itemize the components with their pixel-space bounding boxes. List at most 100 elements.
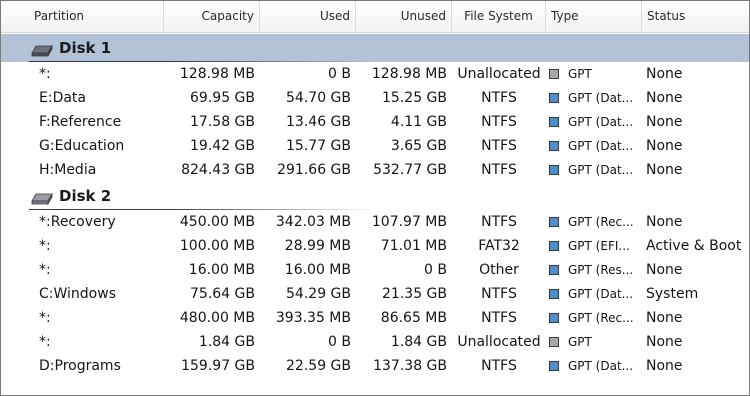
type-cell: GPT xyxy=(568,335,592,349)
capacity-cell: 1.84 GB xyxy=(198,334,255,350)
type-cell: GPT (Dat... xyxy=(568,91,634,105)
status-cell: None xyxy=(646,334,683,350)
partition-row[interactable]: D:Programs 159.97 GB 22.59 GB 137.38 GB NTFS… xyxy=(1,354,749,378)
file-system-cell: Unallocated xyxy=(457,66,541,82)
status-cell: None xyxy=(646,90,683,106)
unused-cell: 86.65 MB xyxy=(380,310,447,326)
partition-row[interactable]: G:Education 19.42 GB 15.77 GB 3.65 GB NTFS GP… xyxy=(1,134,749,158)
status-cell: System xyxy=(646,286,699,302)
disk-label: Disk 2 xyxy=(59,187,112,205)
status-cell: None xyxy=(646,66,683,82)
capacity-cell: 100.00 MB xyxy=(179,238,255,254)
partition-name-cell: *: xyxy=(39,238,51,254)
unused-cell: 4.11 GB xyxy=(390,114,447,130)
partition-name-cell: H:Media xyxy=(39,162,97,178)
partition-row[interactable]: *: 1.84 GB 0 B 1.84 GB Unallocated GPT None xyxy=(1,330,749,354)
partition-name-cell: C:Windows xyxy=(39,286,116,302)
file-system-cell: NTFS xyxy=(481,90,517,106)
column-status[interactable]: Status xyxy=(642,1,749,32)
capacity-cell: 75.64 GB xyxy=(190,286,255,302)
type-cell: GPT (Rec... xyxy=(568,215,634,229)
used-cell: 16.00 MB xyxy=(284,262,351,278)
capacity-cell: 69.95 GB xyxy=(190,90,255,106)
hard-disk-icon xyxy=(31,190,53,209)
partition-color-swatch xyxy=(549,217,559,227)
disk-row[interactable]: Disk 1 xyxy=(1,34,749,62)
file-system-cell: NTFS xyxy=(481,214,517,230)
partition-row[interactable]: H:Media 824.43 GB 291.66 GB 532.77 GB NTFS GP… xyxy=(1,158,749,182)
partition-name-cell: *:Recovery xyxy=(39,214,116,230)
file-system-cell: FAT32 xyxy=(478,238,520,254)
partition-row[interactable]: *: 100.00 MB 28.99 MB 71.01 MB FAT32 GPT (EFI… xyxy=(1,234,749,258)
partition-row[interactable]: C:Windows 75.64 GB 54.29 GB 21.35 GB NTFS GPT… xyxy=(1,282,749,306)
unused-cell: 15.25 GB xyxy=(382,90,447,106)
partition-name-cell: *: xyxy=(39,66,51,82)
unallocated-color-swatch xyxy=(549,337,559,347)
column-capacity[interactable]: Capacity xyxy=(164,1,260,32)
partition-name-cell: E:Data xyxy=(39,90,86,106)
partition-row[interactable]: *: 16.00 MB 16.00 MB 0 B Other GPT (Res... Non… xyxy=(1,258,749,282)
partition-color-swatch xyxy=(549,165,559,175)
status-cell: None xyxy=(646,262,683,278)
unused-cell: 21.35 GB xyxy=(382,286,447,302)
partition-color-swatch xyxy=(549,265,559,275)
type-cell: GPT (Rec... xyxy=(568,311,634,325)
partition-row[interactable]: *: 480.00 MB 393.35 MB 86.65 MB NTFS GPT (Rec… xyxy=(1,306,749,330)
unused-cell: 1.84 GB xyxy=(390,334,447,350)
file-system-cell: Other xyxy=(479,262,519,278)
partition-row[interactable]: *:Recovery 450.00 MB 342.03 MB 107.97 MB NTF… xyxy=(1,210,749,234)
file-system-cell: NTFS xyxy=(481,358,517,374)
column-unused[interactable]: Unused xyxy=(356,1,452,32)
unused-cell: 128.98 MB xyxy=(371,66,447,82)
partition-color-swatch xyxy=(549,361,559,371)
capacity-cell: 824.43 GB xyxy=(181,162,255,178)
status-cell: None xyxy=(646,162,683,178)
type-cell: GPT xyxy=(568,67,592,81)
partition-color-swatch xyxy=(549,289,559,299)
partition-row[interactable]: E:Data 69.95 GB 54.70 GB 15.25 GB NTFS GPT (D… xyxy=(1,86,749,110)
unused-cell: 3.65 GB xyxy=(390,138,447,154)
file-system-cell: Unallocated xyxy=(457,334,541,350)
column-header: Partition Capacity Used Unused File Syst… xyxy=(1,1,749,33)
used-cell: 54.70 GB xyxy=(286,90,351,106)
capacity-cell: 480.00 MB xyxy=(179,310,255,326)
disk-label: Disk 1 xyxy=(59,39,112,57)
column-type[interactable]: Type xyxy=(546,1,642,32)
partition-row[interactable]: *: 128.98 MB 0 B 128.98 MB Unallocated GPT Non… xyxy=(1,62,749,86)
used-cell: 291.66 GB xyxy=(277,162,351,178)
type-cell: GPT (Res... xyxy=(568,263,634,277)
disk-row[interactable]: Disk 2 xyxy=(1,182,749,210)
file-system-cell: NTFS xyxy=(481,162,517,178)
partition-row[interactable]: F:Reference 17.58 GB 13.46 GB 4.11 GB NTFS GP… xyxy=(1,110,749,134)
capacity-cell: 17.58 GB xyxy=(190,114,255,130)
column-used[interactable]: Used xyxy=(260,1,356,32)
used-cell: 342.03 MB xyxy=(275,214,351,230)
hard-disk-icon xyxy=(31,42,53,61)
capacity-cell: 159.97 GB xyxy=(181,358,255,374)
type-cell: GPT (Dat... xyxy=(568,163,634,177)
partition-color-swatch xyxy=(549,93,559,103)
partition-list-window: Partition Capacity Used Unused File Syst… xyxy=(0,0,750,396)
partition-name-cell: *: xyxy=(39,310,51,326)
used-cell: 15.77 GB xyxy=(286,138,351,154)
type-cell: GPT (Dat... xyxy=(568,115,634,129)
partition-color-swatch xyxy=(549,117,559,127)
capacity-cell: 450.00 MB xyxy=(179,214,255,230)
file-system-cell: NTFS xyxy=(481,114,517,130)
unallocated-color-swatch xyxy=(549,69,559,79)
partition-name-cell: F:Reference xyxy=(39,114,122,130)
partition-color-swatch xyxy=(549,241,559,251)
file-system-cell: NTFS xyxy=(481,138,517,154)
used-cell: 0 B xyxy=(328,334,351,350)
used-cell: 0 B xyxy=(328,66,351,82)
column-partition[interactable]: Partition xyxy=(29,1,164,32)
partition-name-cell: *: xyxy=(39,262,51,278)
partition-color-swatch xyxy=(549,141,559,151)
status-cell: None xyxy=(646,358,683,374)
status-cell: None xyxy=(646,138,683,154)
status-cell: Active & Boot xyxy=(646,238,742,254)
partition-name-cell: D:Programs xyxy=(39,358,121,374)
column-file-system[interactable]: File System xyxy=(452,1,546,32)
used-cell: 22.59 GB xyxy=(286,358,351,374)
type-cell: GPT (EFI... xyxy=(568,239,630,253)
